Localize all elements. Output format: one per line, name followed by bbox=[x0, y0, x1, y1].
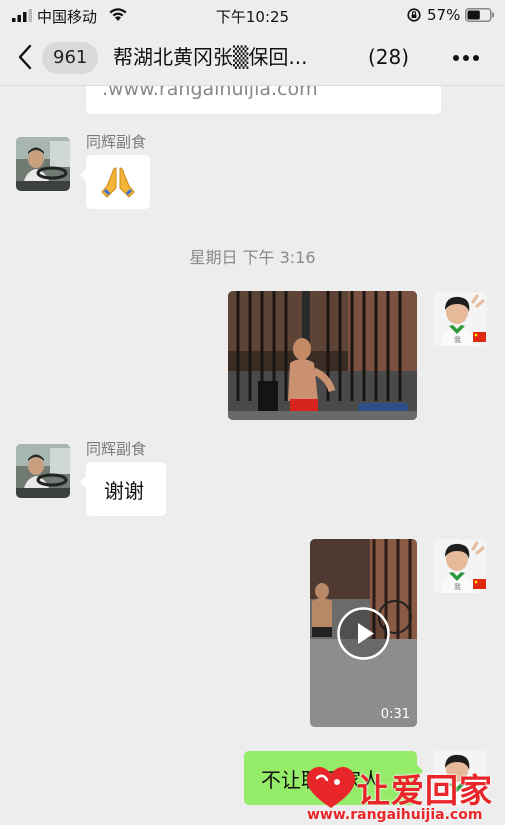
member-count: (28) bbox=[368, 45, 410, 69]
more-options-icon[interactable] bbox=[452, 54, 480, 62]
emoji-message-bubble[interactable] bbox=[80, 155, 150, 209]
watermark-logo: 让爱回家 www.rangaihuijia.com bbox=[305, 764, 505, 825]
sender-name: 同辉副食 bbox=[86, 133, 147, 151]
video-duration: 0:31 bbox=[380, 707, 410, 722]
status-bar: 中国移动 下午10:25 57% bbox=[0, 0, 505, 30]
rotation-lock-icon bbox=[407, 8, 421, 22]
pray-emoji-icon bbox=[101, 167, 135, 198]
unread-count-badge[interactable]: 961 bbox=[42, 42, 99, 74]
chat-header: 961 帮湖北黄冈张▒保回... (28) bbox=[0, 30, 505, 86]
back-chevron-icon[interactable] bbox=[16, 44, 34, 70]
sender-name: 同辉副食 bbox=[86, 440, 147, 458]
avatar-self[interactable]: 我 bbox=[433, 539, 487, 593]
battery-percent: 57% bbox=[427, 6, 461, 24]
heart-logo-icon bbox=[307, 767, 355, 808]
watermark-url: www.rangaihuijia.com bbox=[307, 807, 483, 823]
video-message[interactable]: 0:31 bbox=[310, 539, 417, 727]
svg-text:我: 我 bbox=[454, 582, 461, 591]
avatar-sender-2[interactable] bbox=[16, 444, 70, 498]
watermark-title: 让爱回家 bbox=[357, 771, 493, 810]
chat-title: 帮湖北黄冈张▒保回... bbox=[113, 45, 308, 69]
play-video-icon[interactable] bbox=[336, 606, 391, 661]
battery-icon bbox=[465, 8, 494, 22]
message-timestamp: 星期日 下午 3:16 bbox=[189, 248, 316, 267]
photo-message[interactable] bbox=[228, 291, 417, 420]
avatar-self[interactable]: 我 bbox=[433, 292, 487, 346]
link-message-bubble[interactable]: .www.rangaihuijia.com bbox=[86, 86, 441, 114]
text-message-bubble[interactable]: 谢谢 bbox=[80, 462, 166, 516]
svg-text:我: 我 bbox=[454, 335, 461, 344]
message-text: 谢谢 bbox=[104, 479, 144, 503]
link-text: .www.rangaihuijia.com bbox=[102, 86, 318, 100]
avatar-sender-1[interactable] bbox=[16, 137, 70, 191]
